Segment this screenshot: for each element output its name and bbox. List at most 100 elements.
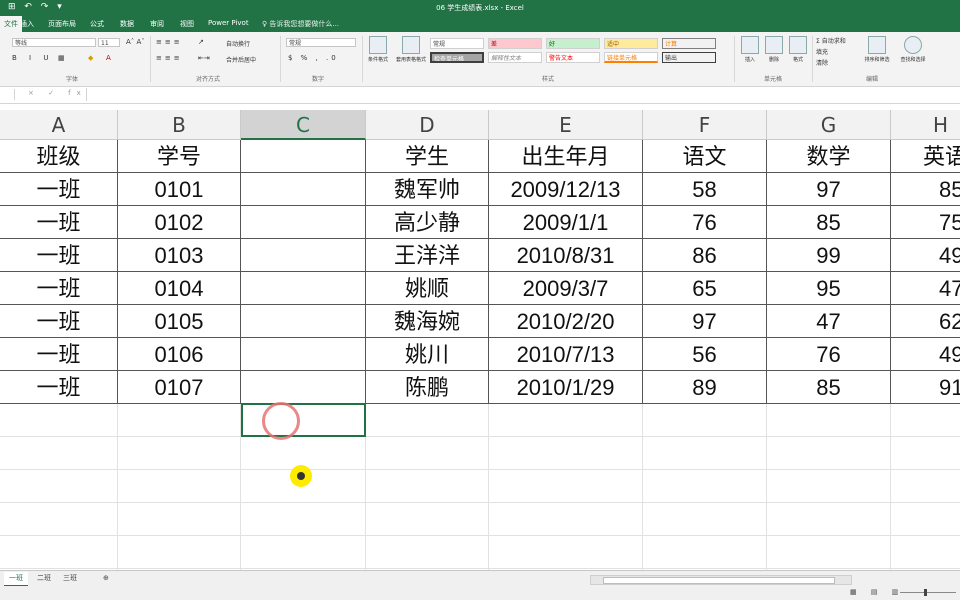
table-cell[interactable]: 58 bbox=[643, 173, 767, 206]
column-header-b[interactable]: B bbox=[118, 110, 241, 140]
style-calculation[interactable]: 计算 bbox=[662, 38, 716, 49]
table-cell[interactable]: 高少静 bbox=[366, 206, 489, 239]
tab-insert[interactable]: 插入 bbox=[20, 19, 34, 29]
tab-data[interactable]: 数据 bbox=[120, 19, 134, 29]
font-grow-icon[interactable]: Aˆ Aˇ bbox=[126, 38, 145, 46]
column-header-h[interactable]: H bbox=[891, 110, 960, 140]
scrollbar-thumb[interactable] bbox=[603, 577, 835, 584]
table-cell[interactable]: 85 bbox=[891, 173, 960, 206]
style-bad[interactable]: 差 bbox=[488, 38, 542, 49]
table-cell[interactable]: 97 bbox=[643, 305, 767, 338]
table-cell[interactable]: 76 bbox=[767, 338, 891, 371]
table-cell[interactable]: 0101 bbox=[118, 173, 241, 206]
table-cell[interactable]: 62 bbox=[891, 305, 960, 338]
vertical-align-icons[interactable]: ≡≡≡ bbox=[156, 38, 183, 46]
table-cell[interactable]: 一班 bbox=[0, 206, 118, 239]
indent-icon[interactable]: ⇤⇥ bbox=[198, 54, 210, 62]
font-color-icon[interactable]: A bbox=[106, 54, 111, 62]
header-cell-class[interactable]: 班级 bbox=[0, 140, 118, 173]
table-cell[interactable]: 85 bbox=[767, 371, 891, 404]
header-cell-empty[interactable] bbox=[241, 140, 366, 173]
table-cell[interactable]: 一班 bbox=[0, 272, 118, 305]
formula-input[interactable] bbox=[86, 88, 957, 101]
clear-button[interactable]: 清除 bbox=[816, 58, 828, 67]
table-cell[interactable] bbox=[241, 371, 366, 404]
horizontal-align-icons[interactable]: ≡≡≡ bbox=[156, 54, 183, 62]
header-cell-chinese[interactable]: 语文 bbox=[643, 140, 767, 173]
autosum-button[interactable]: Σ 自动求和 bbox=[816, 36, 846, 45]
table-cell[interactable]: 0107 bbox=[118, 371, 241, 404]
number-format-combo[interactable]: 常规 bbox=[286, 38, 356, 47]
table-cell[interactable]: 49 bbox=[891, 338, 960, 371]
delete-cells-button[interactable]: 删除 bbox=[762, 36, 786, 63]
merge-center-button[interactable]: 合并后居中 bbox=[226, 55, 256, 64]
table-cell[interactable]: 85 bbox=[767, 206, 891, 239]
tab-page-layout[interactable]: 页面布局 bbox=[48, 19, 76, 29]
style-good[interactable]: 好 bbox=[546, 38, 600, 49]
worksheet-grid[interactable]: A B C D E F G H 班级 学号 学生 出生年月 语文 数学 英语 一… bbox=[0, 110, 960, 570]
name-box[interactable] bbox=[0, 89, 15, 100]
header-cell-student-id[interactable]: 学号 bbox=[118, 140, 241, 173]
table-cell[interactable]: 91 bbox=[891, 371, 960, 404]
table-cell[interactable] bbox=[241, 305, 366, 338]
wrap-text-button[interactable]: 自动换行 bbox=[226, 39, 250, 48]
border-icon[interactable]: ▦ bbox=[58, 54, 65, 62]
table-cell[interactable]: 一班 bbox=[0, 338, 118, 371]
horizontal-scrollbar[interactable] bbox=[590, 575, 852, 585]
column-header-g[interactable]: G bbox=[767, 110, 891, 140]
format-cells-button[interactable]: 格式 bbox=[786, 36, 810, 63]
table-cell[interactable]: 2009/1/1 bbox=[489, 206, 643, 239]
table-cell[interactable]: 王洋洋 bbox=[366, 239, 489, 272]
table-cell[interactable] bbox=[241, 338, 366, 371]
fill-button[interactable]: 填充 bbox=[816, 47, 828, 56]
font-size-combo[interactable]: 11 bbox=[98, 38, 120, 47]
number-format-icons[interactable]: $ % , .0 bbox=[288, 54, 339, 62]
header-cell-math[interactable]: 数学 bbox=[767, 140, 891, 173]
table-cell[interactable]: 一班 bbox=[0, 239, 118, 272]
sheet-tab-class-1[interactable]: 一班 bbox=[4, 572, 28, 587]
table-cell[interactable]: 0106 bbox=[118, 338, 241, 371]
table-cell[interactable]: 2010/7/13 bbox=[489, 338, 643, 371]
header-cell-english[interactable]: 英语 bbox=[891, 140, 960, 173]
add-sheet-icon[interactable]: ⊕ bbox=[98, 572, 114, 585]
table-cell[interactable]: 2010/2/20 bbox=[489, 305, 643, 338]
table-cell[interactable]: 一班 bbox=[0, 173, 118, 206]
table-cell[interactable]: 一班 bbox=[0, 305, 118, 338]
table-cell[interactable] bbox=[241, 272, 366, 305]
tab-power-pivot[interactable]: Power Pivot bbox=[208, 19, 249, 27]
table-cell[interactable] bbox=[241, 239, 366, 272]
table-cell[interactable]: 一班 bbox=[0, 371, 118, 404]
table-cell[interactable]: 姚川 bbox=[366, 338, 489, 371]
table-cell[interactable]: 65 bbox=[643, 272, 767, 305]
table-cell[interactable]: 0103 bbox=[118, 239, 241, 272]
style-check-cell[interactable]: 检查单元格 bbox=[430, 52, 484, 63]
view-mode-icons[interactable]: ▦ ▤ ▥ bbox=[850, 588, 904, 596]
table-cell[interactable]: 99 bbox=[767, 239, 891, 272]
table-cell[interactable]: 姚顺 bbox=[366, 272, 489, 305]
table-cell[interactable]: 2010/1/29 bbox=[489, 371, 643, 404]
tell-me-search[interactable]: ♀ 告诉我您想要做什么... bbox=[262, 19, 339, 29]
table-cell[interactable]: 魏海婉 bbox=[366, 305, 489, 338]
table-cell[interactable]: 75 bbox=[891, 206, 960, 239]
zoom-slider[interactable] bbox=[900, 589, 956, 596]
table-cell[interactable]: 0104 bbox=[118, 272, 241, 305]
table-cell[interactable]: 89 bbox=[643, 371, 767, 404]
column-header-e[interactable]: E bbox=[489, 110, 643, 140]
formula-buttons[interactable]: × ✓ fx bbox=[28, 89, 87, 97]
header-cell-birth[interactable]: 出生年月 bbox=[489, 140, 643, 173]
style-normal[interactable]: 常规 bbox=[430, 38, 484, 49]
table-cell[interactable]: 陈鹏 bbox=[366, 371, 489, 404]
zoom-knob[interactable] bbox=[924, 589, 927, 596]
column-header-a[interactable]: A bbox=[0, 110, 118, 140]
tab-formulas[interactable]: 公式 bbox=[90, 19, 104, 29]
table-cell[interactable]: 95 bbox=[767, 272, 891, 305]
style-neutral[interactable]: 适中 bbox=[604, 38, 658, 49]
table-cell[interactable]: 97 bbox=[767, 173, 891, 206]
table-format-button[interactable]: 套用表格格式 bbox=[396, 36, 426, 63]
table-cell[interactable]: 47 bbox=[891, 272, 960, 305]
table-cell[interactable] bbox=[241, 173, 366, 206]
tab-file[interactable]: 文件 bbox=[0, 16, 22, 32]
table-cell[interactable] bbox=[241, 206, 366, 239]
table-cell[interactable]: 47 bbox=[767, 305, 891, 338]
sheet-tab-class-3[interactable]: 三班 bbox=[58, 572, 82, 585]
